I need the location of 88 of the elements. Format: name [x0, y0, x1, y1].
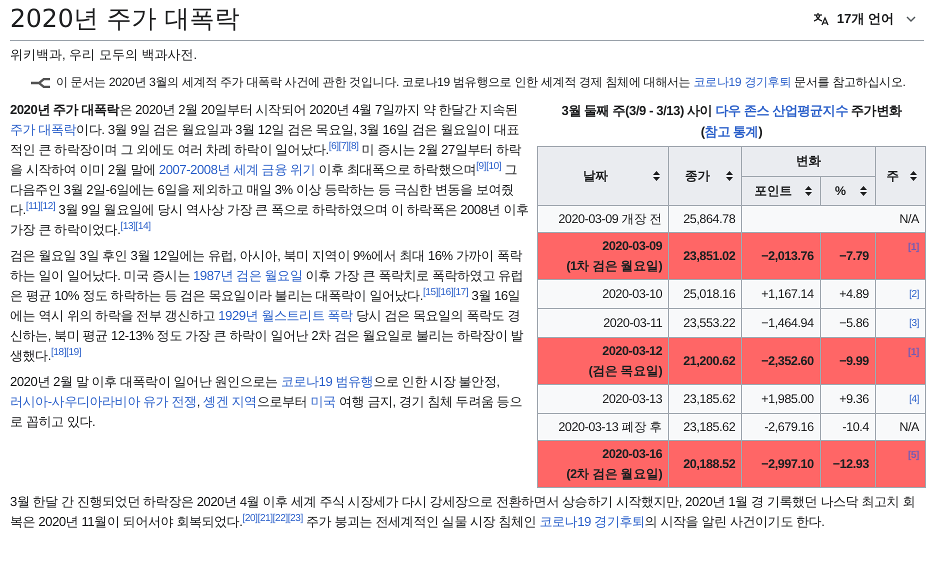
link[interactable]: 2007-2008년 세계 금융 위기 [158, 162, 316, 176]
table-cell: 25,018.16 [683, 286, 736, 300]
link[interactable]: 다우 존스 산업평균지수 [716, 102, 848, 118]
table-cell-text: 2020-03-13 [601, 390, 662, 408]
table-cell-text: 2020-03-09 [601, 238, 662, 254]
table-cell: 23,185.62 [683, 420, 736, 434]
table-cell-text: (2차 검은 월요일) [565, 466, 662, 483]
reference-link[interactable]: [6] [328, 140, 339, 152]
table-cell: 23,185.62 [683, 392, 736, 406]
table-cell: −2,352.60 [761, 354, 814, 368]
link[interactable]: 코로나19 범유행 [280, 374, 374, 388]
table-cell: +1,985.00 [761, 392, 814, 406]
reference-link[interactable]: [19] [66, 346, 82, 358]
reference-link[interactable]: [13] [120, 220, 136, 232]
page-title: 2020년 주가 대폭락 [10, 3, 240, 35]
link[interactable]: 1987년 검은 월요일 [193, 268, 302, 282]
reference-link[interactable]: [10] [486, 160, 502, 172]
language-button[interactable]: 17개 언어 [804, 5, 924, 33]
reference-link[interactable]: [12] [40, 200, 56, 212]
table-cell: 23,851.02 [683, 248, 736, 262]
link[interactable]: 러시아-사우디아라비아 유가 전쟁 [10, 394, 197, 408]
hatnote: 이 문서는 2020년 3월의 세계적 주가 대폭락 사건에 관한 것입니다. 코로나19 범유행으로 인한 세계적 경제 침체에 대해서는 코로나19 경기후퇴 문서를 참고하십시오. [56, 74, 907, 90]
sort-icon[interactable] [653, 170, 660, 180]
reference-link[interactable]: [23] [288, 512, 303, 524]
link[interactable]: 1929년 월스트리트 폭락 [218, 308, 353, 322]
table-cell: -10.4 [842, 420, 869, 434]
split-arrow-icon [30, 78, 52, 88]
table-cell-text: (1차 검은 월요일) [565, 258, 662, 275]
reference-link[interactable]: [18] [51, 346, 66, 358]
column-header: 포인트 [754, 182, 794, 200]
table-cell: −12.93 [832, 456, 869, 470]
link[interactable]: 코로나19 경기후퇴 [540, 514, 645, 528]
table-cell: −1,464.94 [761, 316, 814, 330]
table-cell: 25,864.78 [683, 212, 736, 226]
table-cell-text: 2020-03-09 개장 전 [557, 210, 662, 228]
table-cell: +4.89 [839, 286, 869, 300]
reference-link[interactable]: [9] [476, 160, 486, 172]
reference-link[interactable]: [16] [438, 286, 454, 298]
table-caption: 3월 둘째 주(3/9 - 3/13) 사이 다우 존스 산업평균지수 주가변화 (참고 통계) [560, 102, 903, 141]
table-cell: 21,200.62 [683, 354, 736, 368]
table-cell: N/A [899, 420, 919, 434]
table-cell: −2,013.76 [761, 248, 814, 262]
reference-link[interactable]: [7] [338, 140, 349, 152]
reference-link[interactable]: [15] [422, 286, 438, 298]
table-cell-text: 2020-03-12 [601, 342, 662, 360]
sort-icon[interactable] [804, 186, 812, 196]
table-cell: -2,679.16 [764, 420, 814, 434]
sort-icon[interactable] [726, 170, 734, 180]
link[interactable]: 참고 통계 [704, 124, 758, 138]
table-cell: −5.86 [839, 316, 869, 330]
column-header: 날짜 [582, 168, 610, 184]
reference-link[interactable]: [4] [909, 394, 919, 404]
reference-link[interactable]: [14] [136, 220, 151, 232]
table-cell: −2,997.10 [761, 456, 814, 470]
table-cell-text: (검은 목요일) [588, 362, 662, 380]
reference-link[interactable]: [20] [242, 512, 258, 524]
table-cell-text: 2020-03-10 [601, 286, 662, 302]
reference-link[interactable]: [2] [909, 288, 919, 300]
table-cell: −9.99 [839, 354, 869, 368]
reference-link[interactable]: [17] [453, 286, 468, 298]
link[interactable]: 솅겐 지역 [203, 394, 257, 408]
table-cell: 20,188.52 [683, 456, 736, 470]
sort-icon[interactable] [910, 170, 917, 180]
column-header: 주 [886, 168, 900, 184]
link[interactable]: 주가 대폭락 [10, 122, 76, 136]
reference-link[interactable]: [3] [909, 318, 919, 328]
reference-link[interactable]: [21] [258, 512, 273, 524]
link[interactable]: 미국 [310, 394, 336, 408]
table-cell: −7.79 [839, 248, 869, 262]
table-cell: N/A [899, 212, 919, 226]
column-header: % [834, 182, 847, 200]
sort-icon[interactable] [860, 186, 867, 196]
reference-link[interactable]: [8] [348, 140, 358, 152]
table-cell: +1,167.14 [761, 286, 814, 300]
column-header: 변화 [796, 153, 822, 170]
table-cell: +9.36 [839, 392, 869, 406]
translate-icon [812, 12, 829, 26]
column-header: 종가 [684, 168, 712, 184]
paragraph: 2020년 2월 말 이후 대폭락이 일어난 원인으로는 코로나19 범유행으로 인한 시장 불안정, 러시아-사우디아라비아 유가 전쟁, 솅겐 지역 으로부터 미국 여행 금지, 경기 침체 두려움 등으로 꼽히고 있다. [10, 372, 523, 430]
table-cell: 23,553.22 [683, 316, 736, 330]
table-cell-text: 2020-03-16 [601, 446, 662, 462]
chevron-down-icon [906, 16, 916, 22]
link[interactable]: 코로나19 경기후퇴 [693, 74, 792, 88]
reference-link[interactable]: [22] [272, 512, 288, 524]
table-cell-text: 2020-03-13 폐장 후 [557, 418, 662, 436]
reference-link[interactable]: [11] [26, 200, 40, 212]
table-cell-text: 2020-03-11 [602, 314, 662, 332]
tagline: 위키백과, 우리 모두의 백과사전. [10, 46, 198, 64]
